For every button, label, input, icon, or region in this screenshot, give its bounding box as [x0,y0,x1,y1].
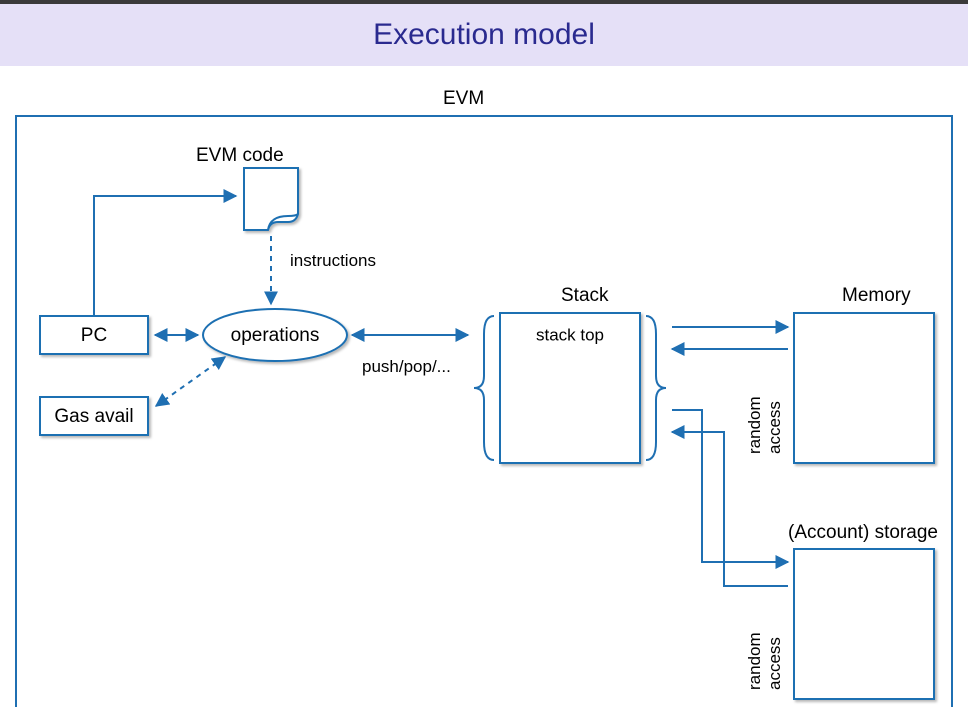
diagram-svg: PC Gas avail operations stack top [0,66,968,707]
ops-to-gas-arrow [156,357,225,406]
stack-node: stack top [500,313,640,463]
evm-code-node [244,168,298,230]
gas-text: Gas avail [54,406,133,427]
pc-to-code-arrow [94,196,236,316]
stack-left-brace [474,316,494,460]
stack-top-text: stack top [536,325,604,344]
memory-node [794,313,934,463]
gas-node: Gas avail [40,397,148,435]
title-band: Execution model [0,4,968,66]
pc-node: PC [40,316,148,354]
pc-text: PC [81,325,107,346]
slide-title: Execution model [373,18,595,52]
storage-node [794,549,934,699]
stack-right-brace [646,316,666,460]
operations-text: operations [231,325,320,346]
operations-node: operations [203,309,347,361]
diagram-canvas: EVM EVM code Stack Memory (Account) stor… [0,66,968,707]
